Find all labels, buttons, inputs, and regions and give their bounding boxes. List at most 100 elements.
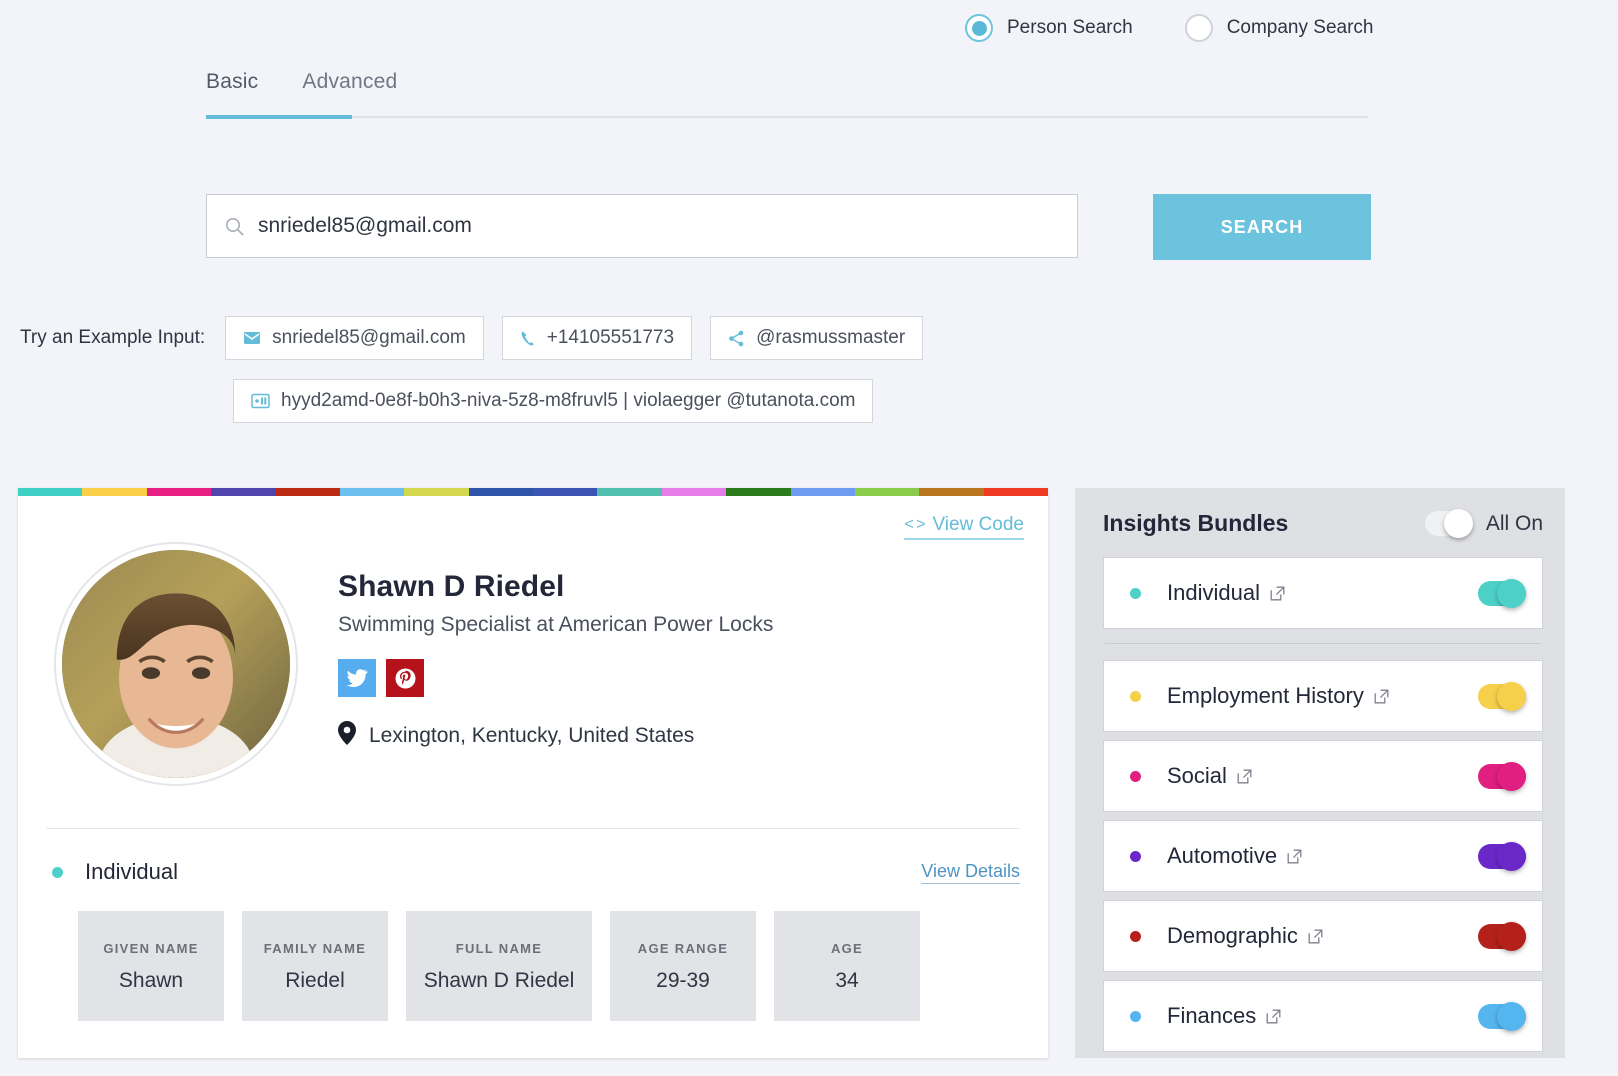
pinterest-icon[interactable] bbox=[386, 659, 424, 697]
all-on-label: All On bbox=[1485, 511, 1543, 535]
phone-icon bbox=[520, 330, 536, 347]
social-links bbox=[338, 659, 773, 697]
bundle-row-individual[interactable]: Individual bbox=[1103, 557, 1543, 629]
example-chip-email-text: snriedel85@gmail.com bbox=[272, 327, 466, 348]
bundle-toggle[interactable] bbox=[1478, 761, 1526, 791]
external-link-icon[interactable] bbox=[1287, 849, 1302, 864]
radio-person-search-icon[interactable] bbox=[965, 14, 993, 42]
radio-company-search-icon[interactable] bbox=[1184, 14, 1213, 42]
example-chip-social[interactable]: @rasmussmaster bbox=[710, 316, 924, 360]
bundle-toggle[interactable] bbox=[1478, 1001, 1526, 1031]
search-input[interactable]: snriedel85@gmail.com bbox=[206, 194, 1078, 258]
location-text: Lexington, Kentucky, United States bbox=[369, 723, 695, 747]
field-value: Riedel bbox=[285, 969, 345, 992]
radio-person-search[interactable]: Person Search bbox=[965, 14, 1133, 42]
example-chip-device-id[interactable]: hyyd2amd-0e8f-b0h3-niva-5z8-m8fruvl5 | v… bbox=[233, 379, 874, 423]
bundle-separator bbox=[1105, 643, 1541, 644]
bundle-color-dot bbox=[1130, 587, 1141, 599]
external-link-icon[interactable] bbox=[1308, 929, 1323, 944]
tab-bar: Basic Advanced bbox=[206, 62, 1368, 119]
field-value: Shawn bbox=[118, 969, 184, 992]
external-link-icon[interactable] bbox=[1237, 769, 1252, 784]
search-input-value: snriedel85@gmail.com bbox=[258, 214, 472, 237]
field-tile: GIVEN NAME Shawn bbox=[78, 911, 224, 1021]
field-label: AGE RANGE bbox=[637, 941, 729, 956]
profile-name: Shawn D Riedel bbox=[338, 570, 565, 603]
bundle-list: Individual Employment History Social Automo… bbox=[1103, 557, 1543, 1052]
map-pin-icon bbox=[338, 721, 356, 750]
device-id-icon bbox=[251, 393, 270, 409]
stripe-segment-12 bbox=[790, 488, 855, 496]
search-icon bbox=[225, 217, 244, 236]
section-color-dot bbox=[52, 866, 63, 878]
section-title: Individual bbox=[85, 859, 178, 884]
stripe-segment-10 bbox=[661, 488, 727, 496]
example-inputs: Try an Example Input: snriedel85@gmail.c… bbox=[20, 316, 1020, 423]
field-value: Shawn D Riedel bbox=[423, 969, 575, 992]
radio-person-search-label: Person Search bbox=[1007, 17, 1133, 38]
tab-advanced[interactable]: Advanced bbox=[302, 62, 397, 116]
example-chip-device-id-text: hyyd2amd-0e8f-b0h3-niva-5z8-m8fruvl5 | v… bbox=[281, 390, 856, 411]
stripe-segment-11 bbox=[726, 488, 791, 496]
stripe-segment-3 bbox=[211, 488, 276, 496]
profile-card: < > View Code Shawn D Riedel Swimming Sp… bbox=[18, 488, 1048, 1058]
app-page: Person Search Company Search Basic Advan… bbox=[0, 0, 1618, 1076]
share-icon bbox=[728, 330, 745, 347]
bundle-color-dot bbox=[1130, 850, 1141, 862]
search-mode-group: Person Search Company Search bbox=[965, 14, 1373, 42]
bundle-toggle[interactable] bbox=[1478, 921, 1526, 951]
stripe-segment-4 bbox=[275, 488, 340, 496]
all-on-toggle[interactable] bbox=[1424, 509, 1473, 538]
bundle-row-finances[interactable]: Finances bbox=[1103, 980, 1543, 1052]
field-value: 34 bbox=[835, 969, 859, 992]
example-chip-social-text: @rasmussmaster bbox=[756, 327, 906, 348]
tab-basic[interactable]: Basic bbox=[206, 62, 258, 116]
bundle-row-social[interactable]: Social bbox=[1103, 740, 1543, 812]
twitter-icon[interactable] bbox=[338, 659, 376, 697]
bundle-label: Employment History bbox=[1167, 683, 1364, 708]
view-code-link[interactable]: < > View Code bbox=[904, 514, 1024, 540]
external-link-icon[interactable] bbox=[1266, 1009, 1281, 1024]
search-button[interactable]: SEARCH bbox=[1153, 194, 1371, 260]
insights-title: Insights Bundles bbox=[1103, 510, 1289, 536]
view-code-label: View Code bbox=[932, 514, 1024, 535]
envelope-icon bbox=[243, 331, 261, 345]
bundle-row-demographic[interactable]: Demographic bbox=[1103, 900, 1543, 972]
bundle-toggle[interactable] bbox=[1478, 841, 1526, 871]
tab-underline bbox=[206, 115, 1368, 119]
stripe-segment-2 bbox=[146, 488, 212, 496]
field-tile: AGE 34 bbox=[774, 911, 920, 1021]
insights-panel: Insights Bundles All On Individual Employ… bbox=[1075, 488, 1565, 1058]
bundle-row-automotive[interactable]: Automotive bbox=[1103, 820, 1543, 892]
stripe-segment-5 bbox=[339, 488, 405, 496]
example-chip-email[interactable]: snriedel85@gmail.com bbox=[225, 316, 484, 360]
stripe-segment-1 bbox=[82, 488, 147, 496]
code-brackets-icon: < > bbox=[904, 516, 925, 533]
field-tile: FAMILY NAME Riedel bbox=[242, 911, 388, 1021]
bundle-label: Automotive bbox=[1167, 843, 1278, 868]
bundle-color-dot bbox=[1130, 690, 1141, 702]
external-link-icon[interactable] bbox=[1270, 586, 1285, 601]
field-label: FAMILY NAME bbox=[263, 941, 367, 956]
search-row: snriedel85@gmail.com SEARCH bbox=[206, 194, 1371, 260]
bundle-color-dot bbox=[1130, 770, 1141, 782]
bundle-toggle[interactable] bbox=[1478, 681, 1526, 711]
stripe-segment-15 bbox=[983, 488, 1048, 496]
insights-header: Insights Bundles All On bbox=[1103, 509, 1543, 538]
stripe-segment-9 bbox=[597, 488, 662, 496]
view-details-link[interactable]: View Details bbox=[921, 861, 1020, 884]
example-inputs-label: Try an Example Input: bbox=[20, 327, 206, 348]
field-label: GIVEN NAME bbox=[103, 941, 199, 956]
bundle-row-employment-history[interactable]: Employment History bbox=[1103, 660, 1543, 732]
bundle-toggle[interactable] bbox=[1478, 578, 1526, 608]
bundle-color-dot bbox=[1130, 1010, 1141, 1022]
field-tiles: GIVEN NAME Shawn FAMILY NAME Riedel FULL NAM… bbox=[18, 885, 1048, 1021]
example-chip-phone[interactable]: +14105551773 bbox=[501, 316, 693, 360]
stripe-segment-7 bbox=[468, 488, 533, 496]
stripe-segment-8 bbox=[533, 488, 598, 496]
stripe-segment-13 bbox=[854, 488, 920, 496]
radio-company-search[interactable]: Company Search bbox=[1184, 14, 1373, 42]
field-tile: AGE RANGE 29-39 bbox=[610, 911, 756, 1021]
external-link-icon[interactable] bbox=[1374, 689, 1389, 704]
bundle-label: Individual bbox=[1167, 580, 1260, 605]
